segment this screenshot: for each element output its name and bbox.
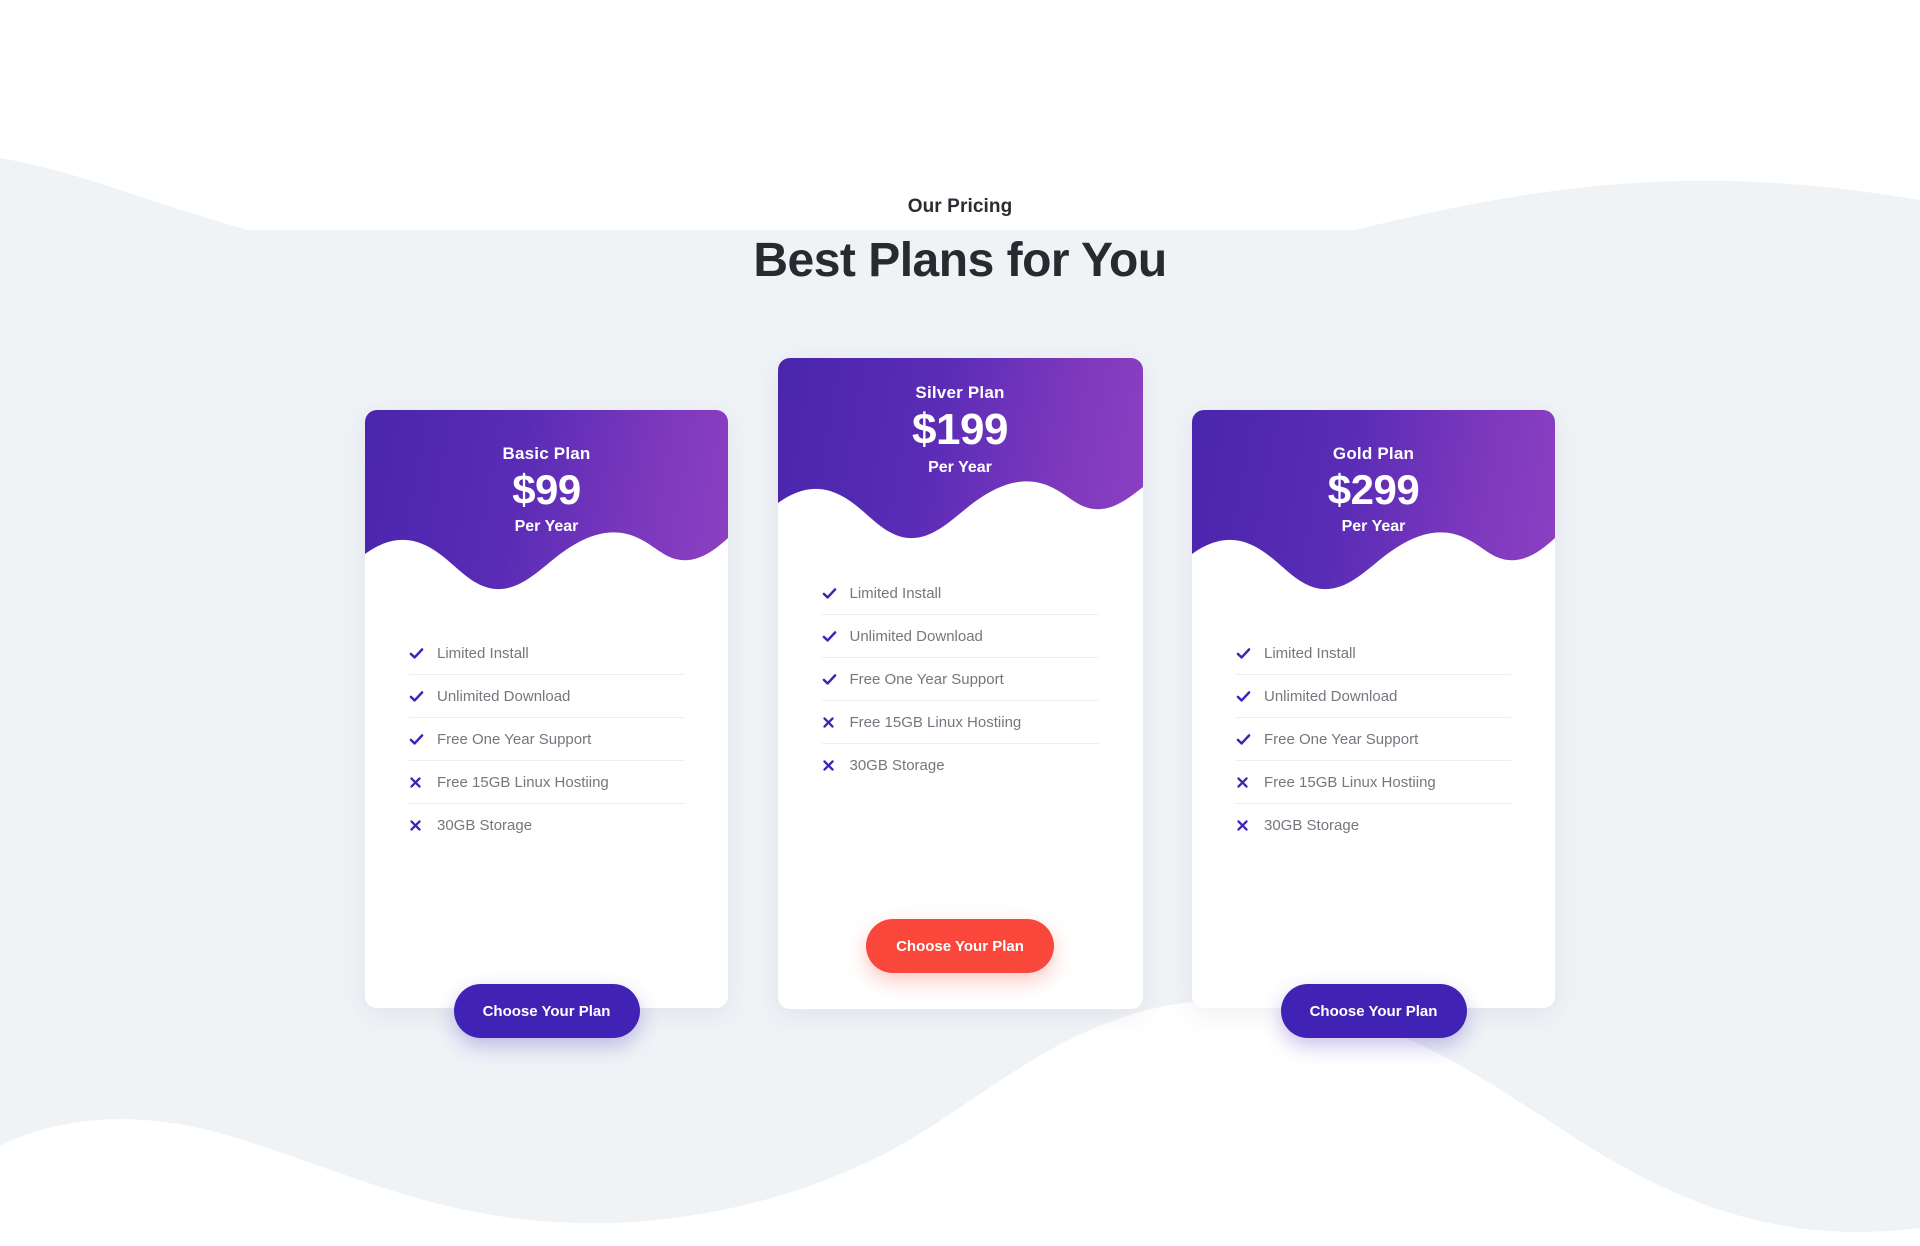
- choose-plan-button[interactable]: Choose Your Plan: [453, 984, 640, 1038]
- check-icon: [1236, 689, 1262, 704]
- plan-price: $99: [512, 466, 581, 513]
- card-header-basic: Basic Plan $99 Per Year: [365, 410, 728, 595]
- check-icon: [409, 689, 435, 704]
- feature-label: Free One Year Support: [849, 670, 1004, 688]
- feature-label: Unlimited Download: [849, 627, 983, 645]
- check-icon: [409, 732, 435, 747]
- feature-label: Free 15GB Linux Hostiing: [849, 713, 1022, 731]
- section-eyebrow: Our Pricing: [907, 196, 1013, 217]
- pricing-cards-row: Basic Plan $99 Per Year Limited Install: [365, 358, 1555, 1038]
- pricing-card-basic[interactable]: Basic Plan $99 Per Year Limited Install: [365, 410, 728, 1038]
- feature-row: 30GB Storage: [409, 804, 684, 847]
- choose-plan-button[interactable]: Choose Your Plan: [1280, 984, 1467, 1038]
- cross-icon: [409, 819, 435, 832]
- check-icon: [822, 629, 848, 644]
- feature-label: Free One Year Support: [1264, 730, 1419, 748]
- feature-row: Free One Year Support: [821, 658, 1099, 701]
- check-icon: [822, 672, 848, 687]
- feature-label: Free 15GB Linux Hostiing: [437, 773, 609, 791]
- check-icon: [409, 646, 435, 661]
- feature-label: Unlimited Download: [437, 687, 571, 705]
- cross-icon: [1236, 776, 1262, 789]
- page-header: Our Pricing Best Plans for You: [0, 196, 1920, 288]
- feature-label: Free One Year Support: [437, 730, 592, 748]
- pricing-card-silver[interactable]: Silver Plan $199 Per Year Limited Instal…: [777, 358, 1143, 1009]
- feature-list-gold: Limited Install Unlimited Download Free …: [1192, 632, 1555, 847]
- feature-row: Limited Install: [1236, 632, 1511, 675]
- cross-icon: [409, 776, 435, 789]
- feature-row: Unlimited Download: [821, 615, 1099, 658]
- feature-row: Unlimited Download: [409, 675, 684, 718]
- plan-price: $299: [1327, 466, 1420, 513]
- feature-row: Free 15GB Linux Hostiing: [821, 701, 1099, 744]
- feature-label: Unlimited Download: [1264, 687, 1398, 705]
- card-header-wave: [1192, 532, 1555, 595]
- feature-row: 30GB Storage: [822, 744, 1099, 787]
- feature-list-basic: Limited Install Unlimited Download Free …: [365, 632, 728, 847]
- plan-name: Gold Plan: [1332, 444, 1415, 463]
- feature-label: 30GB Storage: [437, 817, 533, 834]
- feature-label: Limited Install: [1264, 644, 1356, 662]
- cross-icon: [822, 716, 848, 729]
- check-icon: [822, 586, 848, 601]
- feature-label: Free 15GB Linux Hostiing: [1264, 773, 1436, 791]
- feature-row: Free One Year Support: [409, 718, 684, 761]
- feature-row: Unlimited Download: [1236, 675, 1511, 718]
- check-icon: [1236, 646, 1262, 661]
- cross-icon: [1236, 819, 1262, 832]
- page-title: Best Plans for You: [753, 234, 1167, 287]
- card-header-wave: [777, 481, 1143, 544]
- feature-row: Free 15GB Linux Hostiing: [1236, 761, 1511, 804]
- feature-row: 30GB Storage: [1236, 804, 1511, 847]
- feature-label: Limited Install: [849, 584, 942, 602]
- feature-label: 30GB Storage: [849, 757, 945, 774]
- feature-row: Free One Year Support: [1236, 718, 1511, 761]
- feature-list-silver: Limited Install Unlimited Download Free …: [778, 572, 1143, 787]
- pricing-card-gold[interactable]: Gold Plan $299 Per Year Limited Install: [1192, 410, 1555, 1038]
- check-icon: [1236, 732, 1262, 747]
- card-header-gold: Gold Plan $299 Per Year: [1192, 410, 1555, 595]
- card-header-wave: [365, 532, 728, 595]
- feature-row: Limited Install: [409, 632, 684, 675]
- feature-label: 30GB Storage: [1264, 817, 1360, 834]
- cross-icon: [822, 759, 848, 772]
- feature-label: Limited Install: [437, 644, 529, 662]
- feature-row: Limited Install: [821, 572, 1099, 615]
- plan-name: Basic Plan: [502, 444, 591, 463]
- plan-price: $199: [912, 405, 1008, 454]
- plan-name: Silver Plan: [915, 383, 1005, 402]
- card-header-silver: Silver Plan $199 Per Year: [777, 358, 1143, 544]
- choose-plan-button[interactable]: Choose Your Plan: [866, 919, 1054, 973]
- pricing-page: Our Pricing Best Plans for You Basic Pla…: [0, 0, 1920, 1246]
- feature-row: Free 15GB Linux Hostiing: [409, 761, 684, 804]
